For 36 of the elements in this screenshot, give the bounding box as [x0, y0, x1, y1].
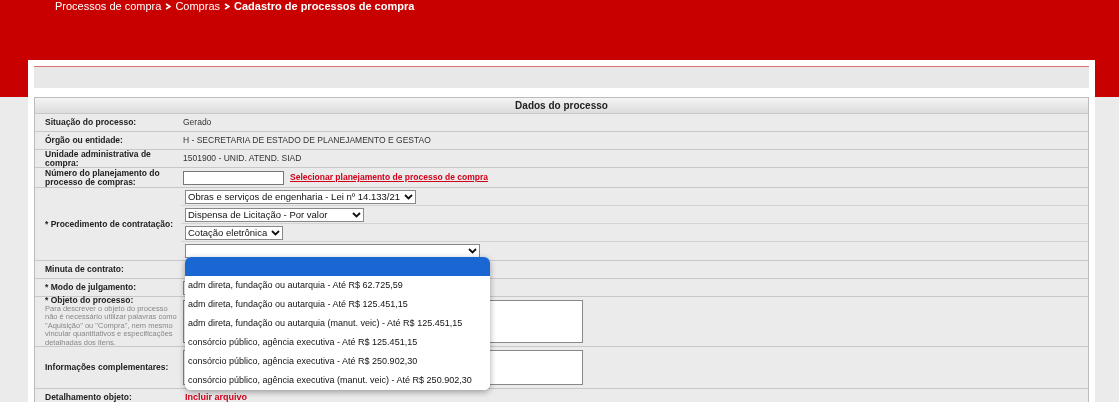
field-value: Gerado — [183, 116, 212, 129]
dropdown-option[interactable]: adm direta, fundação ou autarquia - Até R$ 125.451,15 — [185, 295, 490, 314]
select-field[interactable]: Obras e serviços de engenharia - Lei nº 14.133/21 — [185, 189, 417, 204]
field-label: Situação do processo: — [45, 118, 138, 127]
section-title: Dados do processo — [35, 98, 1088, 114]
caret-icon — [468, 248, 477, 254]
dropdown-option[interactable]: consórcio público, agência executiva - Até R$ 125.451,15 — [185, 333, 490, 352]
include-file-link[interactable]: Incluir arquivo — [185, 390, 247, 402]
breadcrumb-link[interactable]: Compras — [175, 0, 220, 12]
field-label: Informações complementares: — [45, 363, 170, 372]
field-label: Minuta de contrato: — [45, 265, 125, 274]
caret-icon — [352, 211, 361, 218]
caret-icon — [271, 229, 281, 236]
select-field[interactable]: Cotação eletrônica — [185, 225, 284, 240]
input-field[interactable] — [183, 170, 284, 185]
field-label: * Objeto do processo: — [45, 295, 135, 305]
dropdown-option[interactable]: consórcio público, agência executiva (manut. veic) - Até R$ 250.902,30 — [185, 371, 490, 390]
breadcrumb-current: Cadastro de processos de compra — [234, 0, 415, 12]
breadcrumb-link[interactable]: Processos de compra — [55, 0, 162, 12]
caret-icon — [404, 193, 414, 200]
dropdown-option[interactable]: adm direta, fundação ou autarquia (manut. veic) - Até R$ 125.451,15 — [185, 314, 490, 333]
select-field[interactable] — [185, 244, 480, 258]
dropdown-option[interactable]: adm direta, fundação ou autarquia - Até R$ 62.725,59 — [185, 276, 490, 295]
field-label: Unidade administrativa de compra: — [45, 149, 152, 168]
field-label: * Modo de julgamento: — [45, 283, 138, 292]
select-field[interactable]: Dispensa de Licitação - Por valor — [185, 207, 364, 222]
field-value: H - SECRETARIA DE ESTADO DE PLANEJAMENTO E GESTAO — [183, 134, 431, 147]
field-value: 1501900 - UNID. ATEND. SIAD — [183, 152, 302, 165]
chevron-icon — [224, 2, 230, 10]
field-label: * Procedimento de contratação: — [45, 219, 174, 229]
select-link[interactable]: Selecionar planejamento de processo de compra — [290, 171, 488, 184]
chevron-icon — [165, 2, 172, 10]
field-label: Órgão ou entidade: — [45, 136, 124, 145]
field-label: Detalhamento objeto: — [45, 393, 133, 402]
dropdown-option[interactable]: consórcio público, agência executiva - Até R$ 250.902,30 — [185, 352, 490, 371]
field-label: Número do planejamento do processo de compras: — [45, 168, 161, 187]
